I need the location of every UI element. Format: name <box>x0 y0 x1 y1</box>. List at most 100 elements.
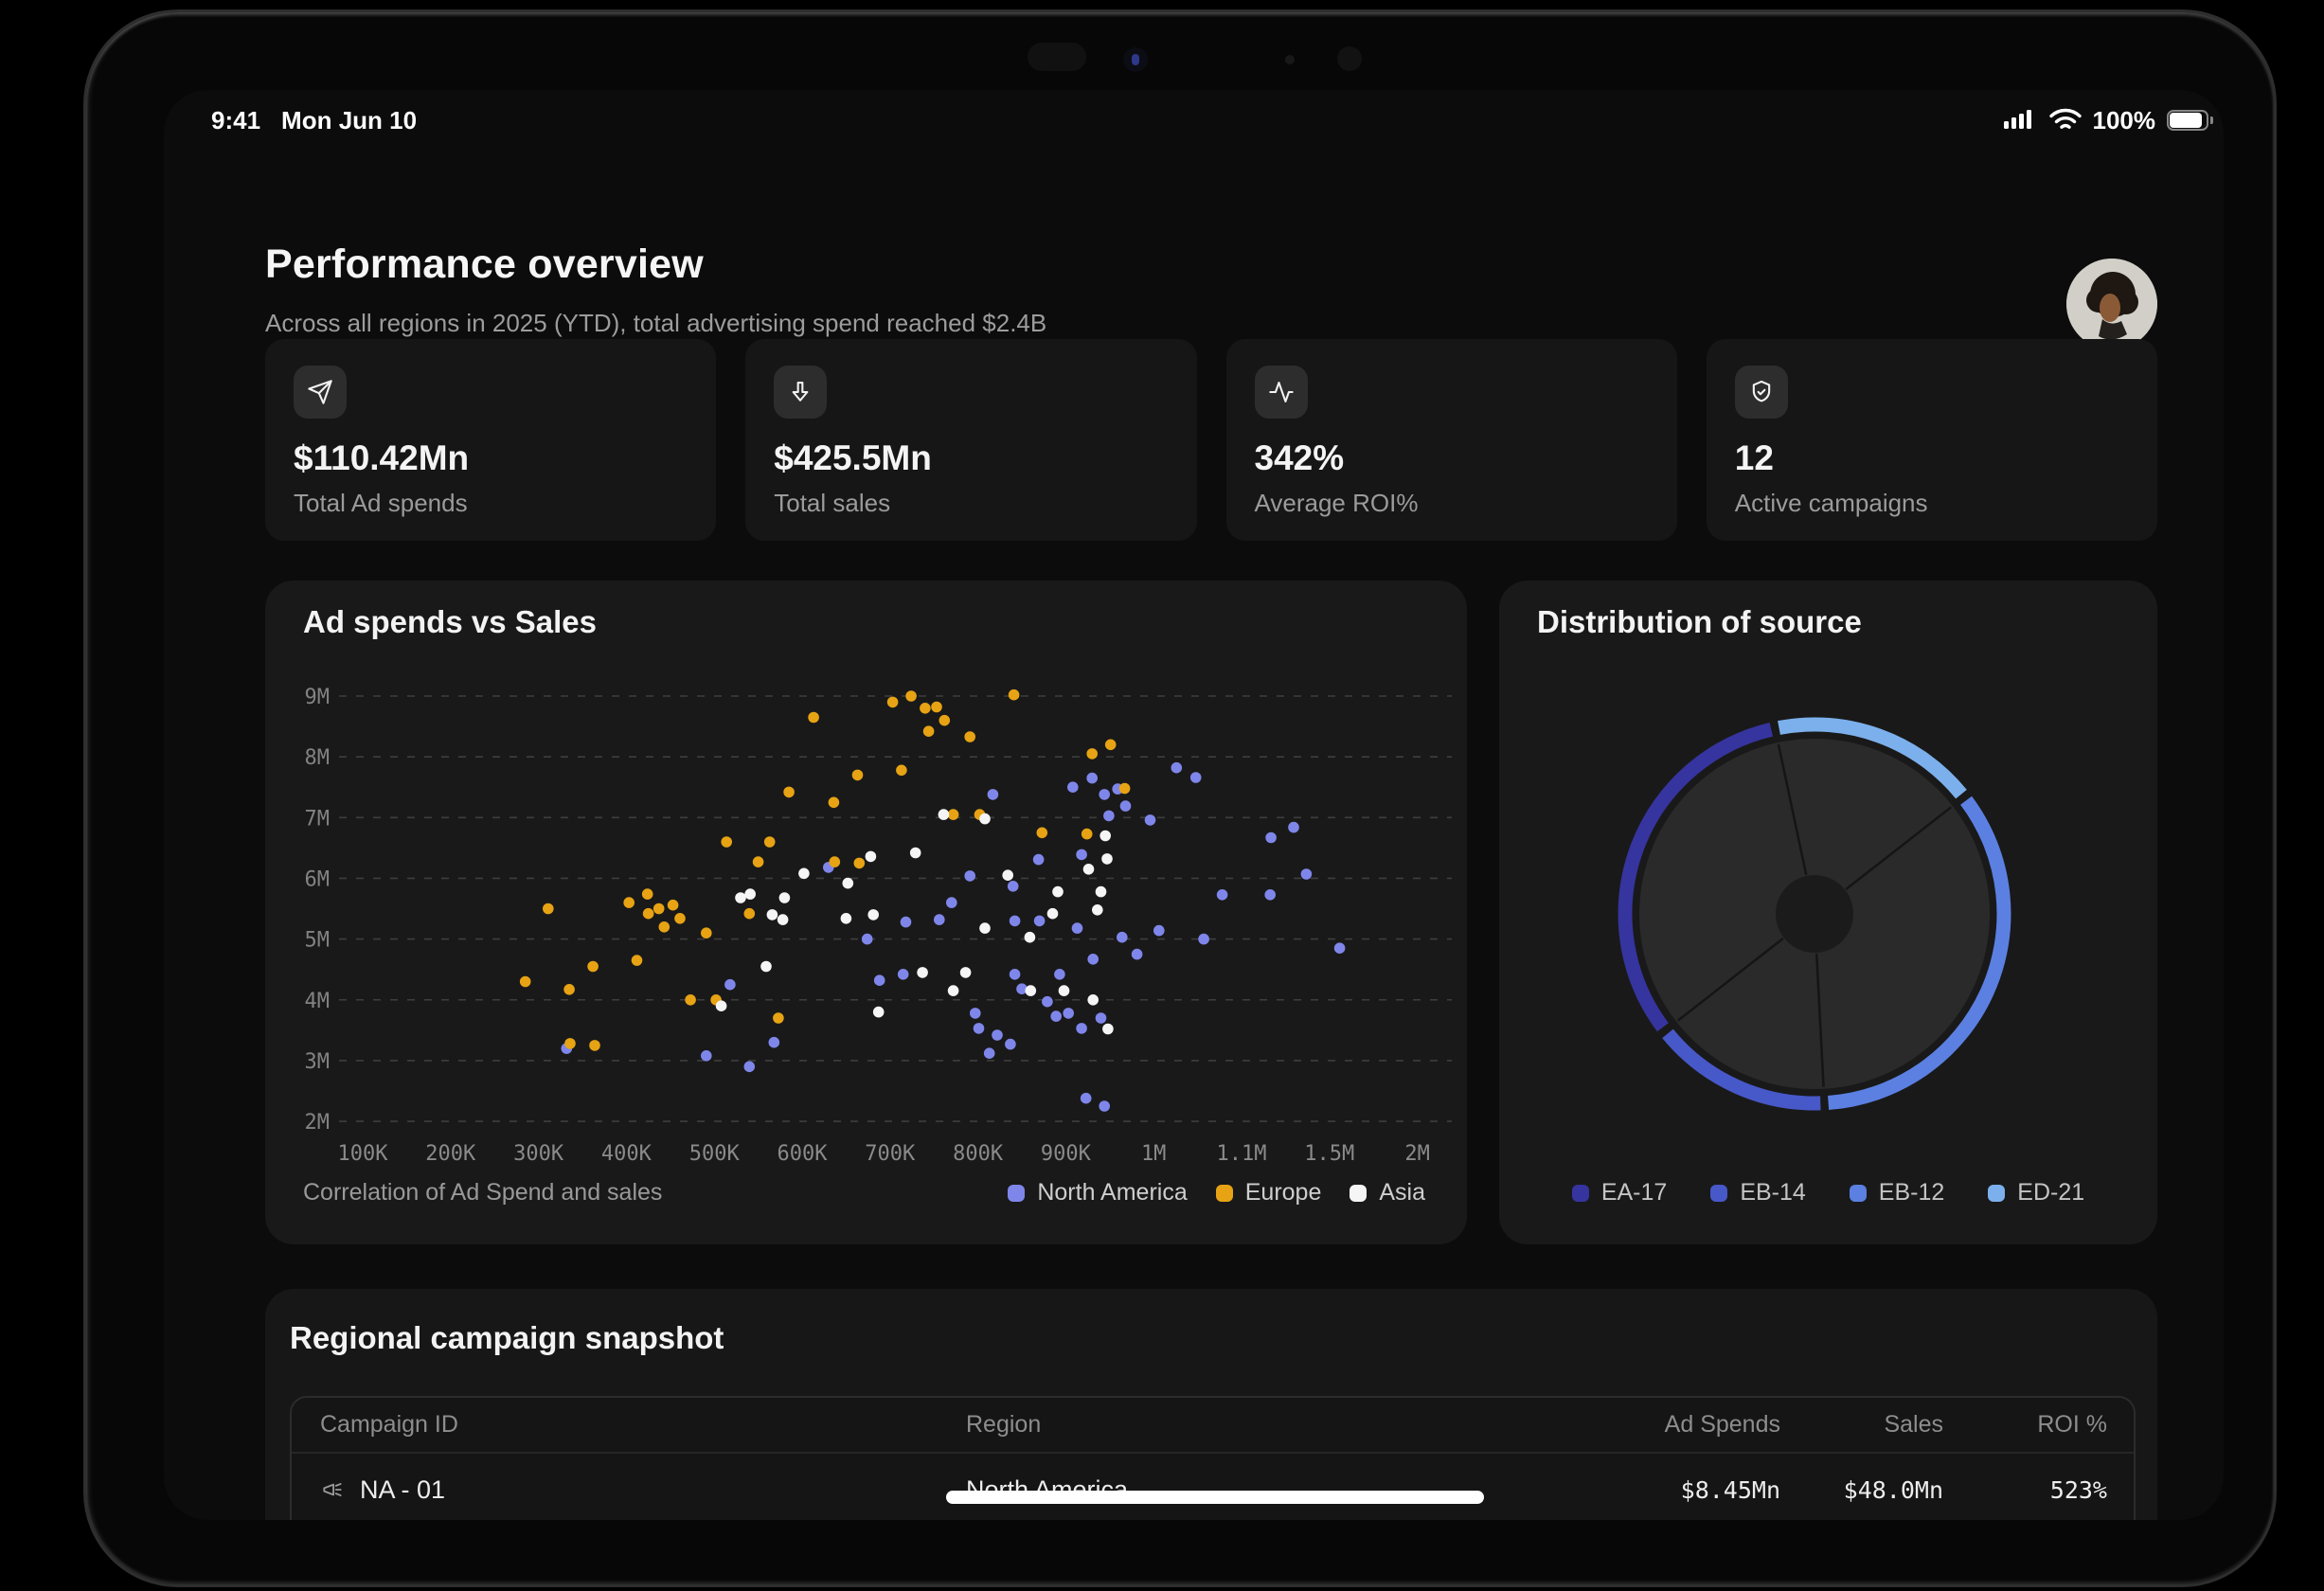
kpi-value: $110.42Mn <box>294 438 469 478</box>
svg-text:500K: 500K <box>689 1142 741 1166</box>
col-campaign-id: Campaign ID <box>292 1411 966 1439</box>
scatter-panel: Ad spends vs Sales 9M8M7M6M5M4M3M2M100K2… <box>265 581 1467 1244</box>
svg-text:600K: 600K <box>778 1142 829 1166</box>
kpi-row: $110.42Mn Total Ad spends $425.5Mn Total… <box>265 339 2157 541</box>
kpi-card-average-roi: 342% Average ROI% <box>1226 339 1677 541</box>
wifi-icon <box>2049 108 2082 133</box>
kpi-card-active-campaigns: 12 Active campaigns <box>1707 339 2157 541</box>
svg-text:700K: 700K <box>865 1142 916 1166</box>
svg-text:4M: 4M <box>305 990 331 1013</box>
scatter-caption: Correlation of Ad Spend and sales <box>303 1179 662 1207</box>
table-row[interactable]: NA - 01 North America $8.45Mn $48.0Mn 52… <box>292 1454 2134 1520</box>
legend-label: EB-14 <box>1740 1179 1805 1207</box>
legend-label: Europe <box>1245 1179 1322 1207</box>
col-roi: ROI % <box>1943 1411 2134 1439</box>
cell-campaign-id: NA - 01 <box>360 1475 445 1505</box>
send-icon <box>294 366 347 419</box>
scatter-chart: 9M 8M 7M 6M 5M 4M 3M 2M 100K 200K 300K 400K 500K 600K… <box>265 581 1467 1244</box>
kpi-value: $425.5Mn <box>774 438 932 478</box>
kpi-card-total-ad-spends: $110.42Mn Total Ad spends <box>265 339 716 541</box>
cell-roi: 523% <box>1943 1476 2134 1504</box>
svg-text:1.1M: 1.1M <box>1217 1142 1267 1166</box>
donut-legend: EA-17 EB-14 EB-12 ED-21 <box>1499 1179 2157 1207</box>
svg-text:9M: 9M <box>305 686 331 709</box>
legend-item-north-america[interactable]: North America <box>1008 1179 1187 1207</box>
svg-text:1.5M: 1.5M <box>1304 1142 1354 1166</box>
page-header: Performance overview Across all regions … <box>265 241 2157 338</box>
svg-text:2M: 2M <box>1404 1142 1430 1166</box>
legend-label: Asia <box>1379 1179 1425 1207</box>
svg-text:200K: 200K <box>425 1142 476 1166</box>
table-header-row: Campaign ID Region Ad Spends Sales ROI % <box>292 1398 2134 1454</box>
legend-item-ea-17[interactable]: EA-17 <box>1572 1179 1667 1207</box>
tablet-device-frame: 9:41 Mon Jun 10 <box>83 9 2277 1587</box>
legend-dot-north-america <box>1008 1185 1025 1202</box>
svg-text:7M: 7M <box>305 807 331 831</box>
legend-item-europe[interactable]: Europe <box>1216 1179 1322 1207</box>
legend-dot-ea-17 <box>1572 1185 1589 1202</box>
legend-item-ed-21[interactable]: ED-21 <box>1988 1179 2084 1207</box>
arrow-down-icon <box>774 366 827 419</box>
light-sensor <box>1337 46 1362 71</box>
legend-label: EA-17 <box>1601 1179 1667 1207</box>
page-subtitle: Across all regions in 2025 (YTD), total … <box>265 309 2157 338</box>
svg-text:5M: 5M <box>305 929 331 953</box>
scatter-footer: Correlation of Ad Spend and sales North … <box>303 1179 1425 1207</box>
shield-check-icon <box>1735 366 1788 419</box>
legend-dot-ed-21 <box>1988 1185 2005 1202</box>
scatter-legend: North America Europe Asia <box>1008 1179 1425 1207</box>
campaign-icon <box>320 1477 345 1502</box>
cell-ad-spends: $8.45Mn <box>1496 1476 1780 1504</box>
status-time: 9:41 <box>211 106 260 135</box>
kpi-value: 12 <box>1735 438 1774 478</box>
home-indicator[interactable] <box>946 1491 1484 1504</box>
svg-text:300K: 300K <box>513 1142 564 1166</box>
battery-icon <box>2167 110 2208 131</box>
col-sales: Sales <box>1780 1411 1943 1439</box>
kpi-label: Total sales <box>774 489 890 518</box>
status-date: Mon Jun 10 <box>281 106 417 135</box>
status-bar: 9:41 Mon Jun 10 <box>164 101 2224 139</box>
activity-icon <box>1255 366 1308 419</box>
svg-text:2M: 2M <box>305 1111 331 1135</box>
col-region: Region <box>966 1411 1496 1439</box>
legend-item-eb-12[interactable]: EB-12 <box>1850 1179 1944 1207</box>
svg-text:100K: 100K <box>338 1142 389 1166</box>
svg-text:1M: 1M <box>1141 1142 1167 1166</box>
kpi-label: Average ROI% <box>1255 489 1419 518</box>
donut-panel: Distribution of source EA-17 EB-14 EB-12 <box>1499 581 2157 1244</box>
kpi-card-total-sales: $425.5Mn Total sales <box>745 339 1196 541</box>
svg-text:3M: 3M <box>305 1050 331 1074</box>
table-panel: Regional campaign snapshot Campaign ID R… <box>265 1289 2157 1520</box>
tablet-screen: 9:41 Mon Jun 10 <box>164 90 2224 1520</box>
page-title: Performance overview <box>265 241 2157 288</box>
donut-chart <box>1499 581 2157 1244</box>
mic-dot <box>1285 55 1295 64</box>
charts-row: Ad spends vs Sales 9M8M7M6M5M4M3M2M100K2… <box>265 581 2157 1244</box>
camera-pill-cutout <box>1028 43 1086 71</box>
cell-sales: $48.0Mn <box>1780 1476 1943 1504</box>
svg-text:900K: 900K <box>1041 1142 1092 1166</box>
kpi-label: Active campaigns <box>1735 489 1928 518</box>
legend-dot-asia <box>1350 1185 1367 1202</box>
svg-text:800K: 800K <box>953 1142 1004 1166</box>
svg-text:400K: 400K <box>601 1142 653 1166</box>
battery-percent: 100% <box>2093 106 2156 135</box>
front-camera-icon <box>1123 47 1148 72</box>
col-ad-spends: Ad Spends <box>1496 1411 1780 1439</box>
legend-label: EB-12 <box>1879 1179 1944 1207</box>
legend-dot-eb-14 <box>1710 1185 1727 1202</box>
svg-text:6M: 6M <box>305 867 331 891</box>
legend-label: North America <box>1037 1179 1187 1207</box>
cellular-signal-icon <box>2004 109 2038 132</box>
table-title: Regional campaign snapshot <box>290 1320 2133 1356</box>
legend-item-eb-14[interactable]: EB-14 <box>1710 1179 1805 1207</box>
legend-dot-europe <box>1216 1185 1233 1202</box>
legend-label: ED-21 <box>2017 1179 2084 1207</box>
kpi-label: Total Ad spends <box>294 489 468 518</box>
legend-item-asia[interactable]: Asia <box>1350 1179 1425 1207</box>
svg-text:8M: 8M <box>305 746 331 770</box>
avatar[interactable] <box>2066 259 2157 349</box>
kpi-value: 342% <box>1255 438 1345 478</box>
legend-dot-eb-12 <box>1850 1185 1867 1202</box>
